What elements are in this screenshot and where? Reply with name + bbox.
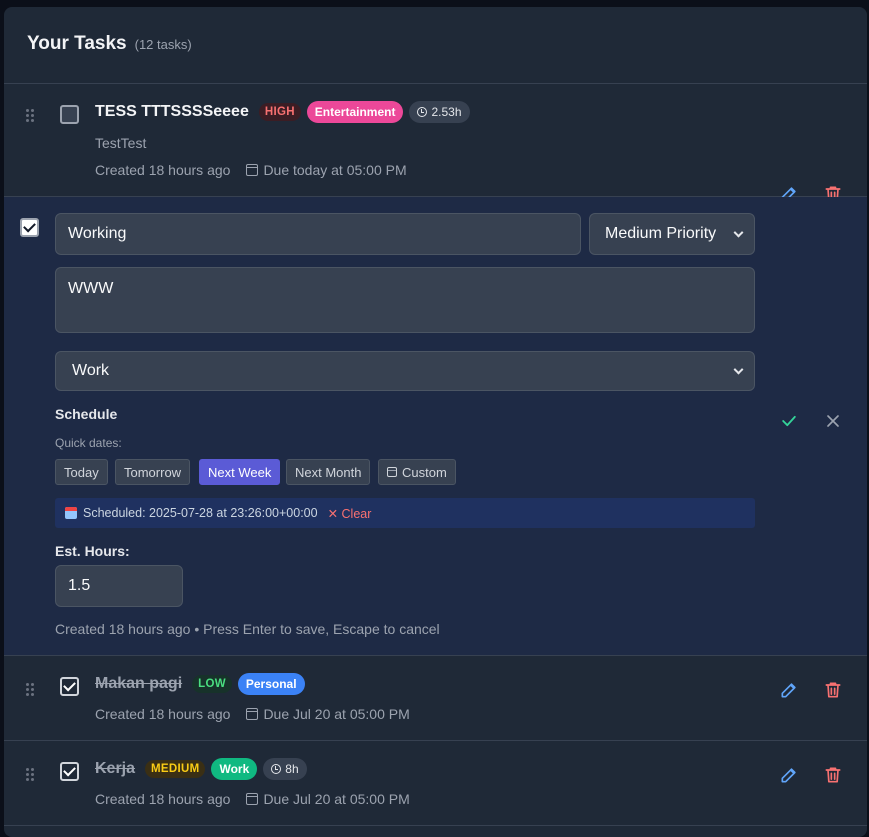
- category-badge: Work: [211, 758, 258, 780]
- due-text: Due Jul 20 at 05:00 PM: [263, 791, 410, 807]
- task-title: Makan pagi: [95, 675, 183, 692]
- custom-label: Custom: [402, 464, 447, 480]
- task-item: Makan pagi LOW Personal Created 18 hours…: [4, 656, 867, 741]
- quick-date-today[interactable]: Today: [55, 459, 108, 485]
- hours-badge: 8h: [263, 758, 307, 780]
- drag-handle-icon[interactable]: [24, 682, 38, 696]
- chevron-down-icon: [733, 364, 744, 375]
- task-title: TESS TTTSSSSeeee: [95, 103, 249, 120]
- clear-label: Clear: [341, 506, 372, 521]
- task-item: TESS TTTSSSSeeee HIGH Entertainment 2.53…: [4, 84, 867, 202]
- calendar-icon: [387, 467, 397, 477]
- hours-value: 2.53h: [431, 105, 462, 119]
- quick-date-custom[interactable]: Custom: [378, 459, 456, 485]
- task-meta: Created 18 hours ago Due today at 05:00 …: [95, 162, 407, 178]
- task-description: TestTest: [95, 135, 147, 151]
- edit-icon[interactable]: [779, 680, 799, 700]
- clock-icon: [417, 107, 428, 117]
- created-text: Created 18 hours ago: [95, 791, 231, 807]
- due-date: Due Jul 20 at 05:00 PM: [246, 791, 410, 807]
- save-check-icon[interactable]: [779, 411, 799, 431]
- calendar-icon: [246, 793, 259, 805]
- priority-badge: MEDIUM: [145, 760, 206, 778]
- hours-label: Est. Hours:: [55, 543, 130, 559]
- title-input[interactable]: Working: [55, 213, 581, 255]
- drag-handle-icon[interactable]: [24, 108, 38, 122]
- priority-select-value: Medium Priority: [605, 225, 717, 242]
- category-select-value: Work: [72, 362, 110, 379]
- due-date: Due today at 05:00 PM: [246, 162, 407, 178]
- due-text: Due Jul 20 at 05:00 PM: [263, 706, 410, 722]
- task-title-row: TESS TTTSSSSeeee HIGH Entertainment 2.53…: [95, 101, 470, 123]
- quick-date-tomorrow[interactable]: Tomorrow: [115, 459, 191, 485]
- due-date: Due Jul 20 at 05:00 PM: [246, 706, 410, 722]
- hours-badge: 2.53h: [409, 101, 470, 123]
- task-meta: Created 18 hours ago Due Jul 20 at 05:00…: [95, 706, 410, 722]
- schedule-label: Schedule: [55, 406, 118, 422]
- clear-schedule-button[interactable]: ✕ Clear: [328, 506, 372, 521]
- hours-input[interactable]: 1.5: [55, 565, 183, 607]
- edit-icon[interactable]: [779, 765, 799, 785]
- calendar-icon: [246, 164, 259, 176]
- priority-badge: LOW: [192, 675, 232, 693]
- tasks-panel: Your Tasks (12 tasks) TESS TTTSSSSeeee H…: [4, 7, 867, 837]
- hours-value: 8h: [285, 762, 299, 776]
- drag-handle-icon[interactable]: [24, 767, 38, 781]
- description-textarea[interactable]: WWW: [55, 267, 755, 333]
- task-title: Kerja: [95, 760, 136, 777]
- scheduled-text: Scheduled: 2025-07-28 at 23:26:00+00:00: [83, 506, 318, 520]
- edit-hint: Created 18 hours ago • Press Enter to sa…: [55, 621, 440, 637]
- quick-date-next-week[interactable]: Next Week: [199, 459, 281, 485]
- created-text: Created 18 hours ago: [95, 706, 231, 722]
- task-complete-checkbox[interactable]: [60, 677, 79, 696]
- calendar-icon: [246, 708, 259, 720]
- created-text: Created 18 hours ago: [95, 162, 231, 178]
- task-meta: Created 18 hours ago Due Jul 20 at 05:00…: [95, 791, 410, 807]
- task-title-row: Kerja MEDIUM Work 8h: [95, 758, 307, 780]
- chevron-down-icon: [733, 227, 744, 238]
- task-title-row: Makan pagi LOW Personal: [95, 673, 305, 695]
- delete-icon[interactable]: [823, 765, 843, 785]
- task-item: Kerja MEDIUM Work 8h Created 18 hours ag…: [4, 741, 867, 826]
- category-badge: Personal: [237, 673, 305, 695]
- panel-header: Your Tasks (12 tasks): [4, 7, 867, 84]
- task-count: (12 tasks): [134, 37, 192, 52]
- priority-badge: HIGH: [258, 103, 301, 121]
- quick-date-next-month[interactable]: Next Month: [286, 459, 371, 485]
- task-complete-checkbox[interactable]: [60, 105, 79, 124]
- cancel-close-icon[interactable]: [823, 411, 843, 431]
- quick-dates-label: Quick dates:: [55, 436, 122, 450]
- priority-select[interactable]: Medium Priority: [589, 213, 755, 255]
- calendar-icon: [65, 507, 77, 519]
- due-text: Due today at 05:00 PM: [263, 162, 407, 178]
- category-select[interactable]: Work: [55, 351, 755, 391]
- delete-icon[interactable]: [823, 680, 843, 700]
- page-title: Your Tasks: [27, 33, 127, 54]
- scheduled-banner: Scheduled: 2025-07-28 at 23:26:00+00:00 …: [55, 498, 755, 528]
- category-badge: Entertainment: [306, 101, 404, 123]
- clock-icon: [271, 764, 282, 774]
- task-complete-checkbox[interactable]: [60, 762, 79, 781]
- task-edit-form: Working Medium Priority WWW Work Schedul…: [4, 197, 867, 656]
- task-complete-checkbox[interactable]: [20, 218, 39, 237]
